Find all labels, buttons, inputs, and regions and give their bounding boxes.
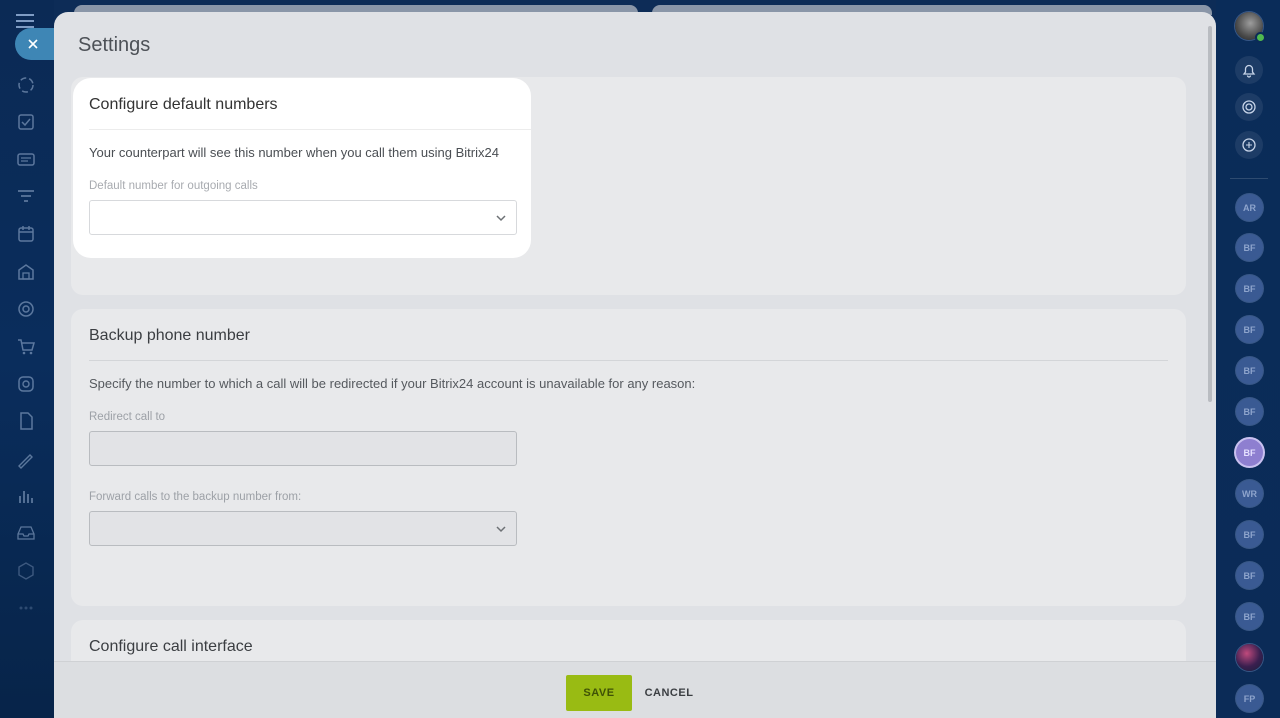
card-title: Backup phone number — [89, 327, 250, 344]
forward-calls-select[interactable] — [89, 511, 517, 546]
chevron-down-icon — [496, 215, 506, 222]
current-user-avatar[interactable] — [1235, 12, 1266, 43]
cart-icon[interactable] — [16, 337, 36, 357]
store-icon[interactable] — [16, 262, 36, 282]
avatar-initials: AR — [1243, 202, 1256, 213]
copilot-button[interactable] — [1235, 93, 1263, 121]
save-button[interactable]: SAVE — [566, 675, 632, 711]
cancel-button[interactable]: CANCEL — [639, 675, 699, 711]
chat-avatar[interactable]: BF — [1236, 603, 1263, 630]
search-chat-button[interactable] — [1235, 131, 1263, 159]
avatar-initials: WR — [1242, 488, 1257, 499]
inbox-icon[interactable] — [16, 523, 36, 543]
crm-icon[interactable] — [16, 75, 36, 95]
avatar-initials: BF — [1243, 611, 1256, 622]
avatar-initials: FP — [1243, 693, 1256, 704]
sign-icon[interactable] — [16, 449, 36, 469]
chat-avatar[interactable]: BF — [1236, 357, 1263, 384]
avatar-initials: BF — [1243, 447, 1256, 458]
default-number-select[interactable] — [89, 200, 517, 235]
footer-bar: SAVE CANCEL — [54, 661, 1216, 718]
avatar-initials: BF — [1243, 365, 1256, 376]
card-title: Configure default numbers — [89, 96, 278, 113]
left-sidebar — [0, 0, 61, 718]
chat-avatar[interactable]: BF — [1236, 562, 1263, 589]
chevron-down-icon — [496, 526, 506, 533]
chat-search-icon — [1242, 138, 1256, 152]
field-label: Redirect call to — [89, 411, 166, 423]
chat-avatar[interactable]: BF — [1236, 316, 1263, 343]
avatar-initials: BF — [1243, 283, 1256, 294]
chat-icon[interactable] — [16, 150, 36, 170]
page-title: Settings — [78, 34, 151, 56]
field-label: Default number for outgoing calls — [89, 180, 258, 192]
right-sidebar: AR BF BF BF BF BF BF WR BF BF BF FP — [1216, 0, 1280, 718]
divider — [89, 360, 1168, 361]
backup-number-card: Backup phone number Specify the number t… — [71, 309, 1186, 606]
documents-icon[interactable] — [16, 411, 36, 431]
scrollbar[interactable] — [1208, 26, 1212, 402]
redirect-call-input[interactable] — [89, 431, 517, 466]
chat-avatar[interactable]: BF — [1236, 234, 1263, 261]
avatar-initials: BF — [1243, 324, 1256, 335]
field-label: Forward calls to the backup number from: — [89, 491, 302, 503]
bell-icon — [1242, 64, 1256, 78]
close-icon — [28, 39, 38, 49]
online-status-icon — [1255, 32, 1266, 43]
chat-avatar-active[interactable]: BF — [1236, 439, 1263, 466]
avatar-initials: BF — [1243, 529, 1256, 540]
card-description: Your counterpart will see this number wh… — [89, 145, 499, 160]
calendar-icon[interactable] — [16, 224, 36, 244]
chat-avatar[interactable]: BF — [1236, 398, 1263, 425]
avatar-initials: BF — [1243, 406, 1256, 417]
tasks-icon[interactable] — [16, 112, 36, 132]
chat-avatar[interactable]: WR — [1236, 480, 1263, 507]
target-icon[interactable] — [16, 299, 36, 319]
box-icon[interactable] — [16, 561, 36, 581]
notifications-button[interactable] — [1235, 56, 1263, 84]
spiral-icon — [1242, 100, 1256, 114]
avatar-initials: BF — [1243, 570, 1256, 581]
divider — [1230, 178, 1268, 179]
chat-avatar[interactable]: FP — [1236, 685, 1263, 712]
card-title: Configure call interface — [89, 638, 253, 655]
menu-icon[interactable] — [16, 14, 34, 28]
contact-center-icon[interactable] — [16, 374, 36, 394]
funnel-icon[interactable] — [16, 187, 36, 207]
avatar-initials: BF — [1243, 242, 1256, 253]
chat-avatar[interactable]: AR — [1236, 194, 1263, 221]
analytics-icon[interactable] — [16, 486, 36, 506]
chat-avatar[interactable]: BF — [1236, 521, 1263, 548]
card-description: Specify the number to which a call will … — [89, 376, 696, 391]
divider — [89, 129, 531, 130]
chat-avatar-photo[interactable] — [1236, 644, 1263, 671]
more-icon[interactable] — [16, 598, 36, 618]
default-numbers-card: Configure default numbers Your counterpa… — [73, 78, 531, 258]
chat-avatar[interactable]: BF — [1236, 275, 1263, 302]
